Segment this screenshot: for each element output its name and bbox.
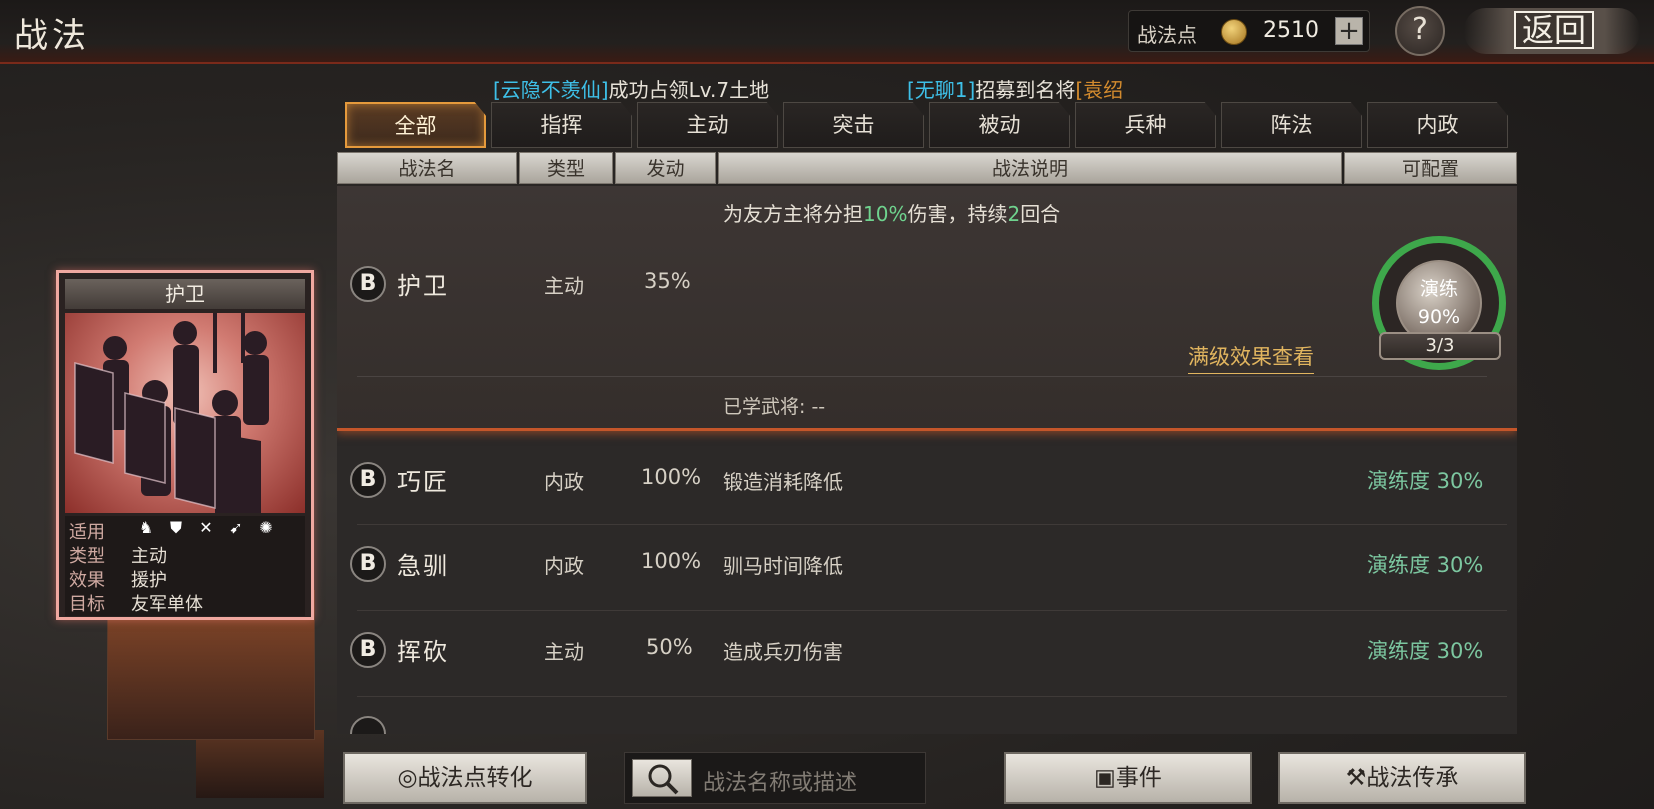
skill-card-info: 适用 ♞ ⛊ ✕ ➹ ✺ 类型 主动 效果 援护 目标 友军单体 bbox=[65, 516, 305, 616]
chariot-icon: ✺ bbox=[259, 518, 273, 537]
practice-label: 演练 bbox=[1419, 278, 1458, 300]
row-divider bbox=[357, 696, 1507, 697]
page-title: 战法 bbox=[14, 16, 90, 56]
skill-row[interactable]: B 急驯 内政 100% 驯马时间降低 演练度 30% bbox=[337, 524, 1517, 606]
skill-name: 护卫 bbox=[397, 272, 449, 300]
skill-card-title: 护卫 bbox=[65, 279, 305, 309]
back-button[interactable]: 返回 bbox=[1464, 8, 1640, 54]
skill-type: 主动 bbox=[544, 274, 584, 298]
column-header-description: 战法说明 bbox=[718, 152, 1342, 184]
skill-card-art bbox=[65, 313, 305, 513]
troop-icons: ♞ ⛊ ✕ ➹ ✺ bbox=[135, 518, 285, 540]
ticker-message-2: [无聊1]招募到名将[袁绍 bbox=[907, 74, 1123, 103]
skill-description: 造成兵刃伤害 bbox=[723, 640, 843, 664]
column-header-type[interactable]: 类型 bbox=[519, 152, 613, 184]
ticker-player-name[interactable]: [无聊1] bbox=[907, 78, 975, 102]
skill-points-label: 战法点 bbox=[1137, 23, 1197, 47]
skill-list[interactable]: 为友方主将分担10%伤害，持续2回合 B 护卫 主动 35% 演练 90% 3/… bbox=[337, 186, 1517, 734]
search-input[interactable]: 战法名称或描述 bbox=[703, 765, 857, 797]
skill-description: 锻造消耗降低 bbox=[723, 470, 843, 494]
practice-progress: 演练度 30% bbox=[1367, 469, 1484, 493]
back-button-label: 返回 bbox=[1514, 11, 1595, 49]
grade-badge: B bbox=[350, 546, 386, 582]
skill-row[interactable]: B 挥砍 主动 50% 造成兵刃伤害 演练度 30% bbox=[337, 610, 1517, 692]
book-icon: ▣ bbox=[1094, 765, 1116, 791]
tab-command[interactable]: 指挥 bbox=[491, 102, 632, 148]
soldiers-silhouette-icon bbox=[74, 313, 269, 513]
convert-points-button[interactable]: ◎战法点转化 bbox=[343, 752, 587, 804]
skill-trigger-rate: 100% bbox=[641, 549, 702, 573]
help-button[interactable]: ? bbox=[1395, 6, 1445, 56]
swirl-icon: ◎ bbox=[397, 765, 418, 791]
card-stack-back bbox=[196, 730, 324, 798]
learned-generals: 已学武将: -- bbox=[723, 396, 826, 418]
skill-points-value: 2510 bbox=[1263, 18, 1319, 43]
column-header-name[interactable]: 战法名 bbox=[337, 152, 517, 184]
skill-trigger-rate: 100% bbox=[641, 465, 702, 489]
ticker-text: 招募到名将 bbox=[975, 78, 1076, 102]
shield-icon: ⛊ bbox=[169, 518, 182, 537]
tab-internal[interactable]: 内政 bbox=[1367, 102, 1508, 148]
card-effect-row: 效果 援护 bbox=[69, 570, 167, 591]
card-target-row: 目标 友军单体 bbox=[69, 594, 203, 615]
skill-description-full: 为友方主将分担10%伤害，持续2回合 bbox=[723, 202, 1061, 226]
skill-name: 急驯 bbox=[397, 552, 449, 580]
card-use-row: 适用 bbox=[69, 522, 105, 543]
max-level-effect-link[interactable]: 满级效果查看 bbox=[1188, 341, 1314, 374]
ticker-message-1: [云隐不羡仙]成功占领Lv.7土地 bbox=[493, 74, 769, 103]
skill-row[interactable]: B 巧匠 内政 100% 锻造消耗降低 演练度 30% bbox=[337, 438, 1517, 520]
cavalry-icon: ♞ bbox=[138, 518, 154, 537]
card-type-row: 类型 主动 bbox=[69, 546, 167, 567]
grade-badge: B bbox=[350, 266, 386, 302]
search-icon bbox=[648, 764, 679, 795]
skill-trigger-rate: 35% bbox=[644, 269, 691, 293]
ticker-text: 成功占领Lv.7土地 bbox=[608, 78, 770, 102]
skill-type: 内政 bbox=[544, 554, 584, 578]
column-header-trigger[interactable]: 发动 bbox=[615, 152, 716, 184]
column-header-configurable[interactable]: 可配置 bbox=[1344, 152, 1517, 184]
skill-points-box: 战法点 2510 + bbox=[1128, 10, 1370, 52]
practice-count: 3/3 bbox=[1379, 332, 1501, 360]
grade-badge: B bbox=[350, 462, 386, 498]
tab-all[interactable]: 全部 bbox=[345, 102, 486, 148]
skill-type: 主动 bbox=[544, 640, 584, 664]
bow-icon: ✕ bbox=[199, 518, 213, 537]
divider bbox=[357, 376, 1487, 377]
grade-badge: B bbox=[350, 632, 386, 668]
skill-name: 巧匠 bbox=[397, 468, 449, 496]
skill-card[interactable]: 护卫 适用 ♞ ⛊ ✕ ➹ ✺ 类型 主动 效果 援护 目标 友军单体 bbox=[56, 270, 314, 620]
spear-icon: ➹ bbox=[229, 518, 243, 537]
tab-passive[interactable]: 被动 bbox=[929, 102, 1070, 148]
skill-row-expanded[interactable]: 为友方主将分担10%伤害，持续2回合 B 护卫 主动 35% 演练 90% 3/… bbox=[337, 186, 1517, 431]
ticker-general-name[interactable]: [袁绍 bbox=[1075, 78, 1123, 102]
add-points-button[interactable]: + bbox=[1335, 17, 1363, 45]
events-button[interactable]: ▣事件 bbox=[1004, 752, 1252, 804]
practice-progress: 演练度 30% bbox=[1367, 639, 1484, 663]
ticker-player-name[interactable]: [云隐不羡仙] bbox=[493, 78, 609, 102]
practice-value: 90% bbox=[1417, 306, 1461, 328]
tab-troop[interactable]: 兵种 bbox=[1075, 102, 1216, 148]
search-bar[interactable]: 战法名称或描述 bbox=[624, 752, 926, 804]
tab-assault[interactable]: 突击 bbox=[783, 102, 924, 148]
grade-badge-partial bbox=[350, 716, 386, 734]
coin-icon bbox=[1221, 19, 1247, 45]
skill-name: 挥砍 bbox=[397, 638, 449, 666]
skill-trigger-rate: 50% bbox=[646, 635, 693, 659]
tab-formation[interactable]: 阵法 bbox=[1221, 102, 1362, 148]
skill-inherit-button[interactable]: ⚒战法传承 bbox=[1278, 752, 1526, 804]
hammer-icon: ⚒ bbox=[1345, 765, 1367, 791]
search-button[interactable] bbox=[632, 759, 692, 797]
tab-active[interactable]: 主动 bbox=[637, 102, 778, 148]
skill-description: 驯马时间降低 bbox=[723, 554, 843, 578]
skill-type: 内政 bbox=[544, 470, 584, 494]
practice-progress: 演练度 30% bbox=[1367, 553, 1484, 577]
top-bar: 战法 战法点 2510 + ? 返回 bbox=[0, 0, 1654, 64]
